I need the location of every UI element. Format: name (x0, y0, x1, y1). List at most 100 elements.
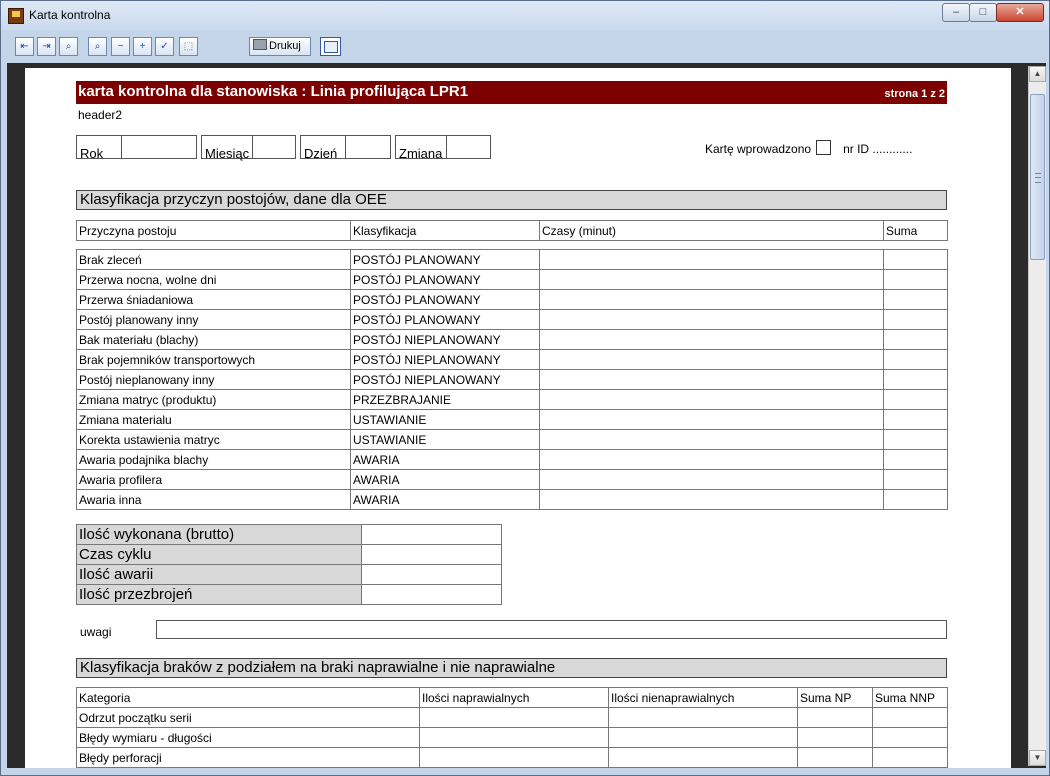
time-cell[interactable] (539, 469, 884, 490)
summary-value[interactable] (361, 564, 502, 585)
toolbar: ⇤ ⇥ ⌕ ⌕ − + ✓ ⬚ Drukuj (7, 33, 1043, 60)
sum-cell[interactable] (883, 469, 948, 490)
title-bar[interactable]: Karta kontrolna – □ ✕ (1, 1, 1049, 30)
header2-label: header2 (78, 108, 123, 122)
time-cell[interactable] (539, 449, 884, 470)
table-row: Odrzut początku serii (76, 707, 948, 728)
sum-cell[interactable] (883, 289, 948, 310)
scroll-up-icon[interactable]: ▲ (1029, 66, 1046, 82)
sum-cell[interactable] (883, 329, 948, 350)
window-icon[interactable] (320, 37, 341, 56)
sum-cell[interactable] (883, 389, 948, 410)
sum-cell[interactable] (883, 349, 948, 370)
reason-cell: Korekta ustawienia matryc (76, 429, 351, 450)
header-cell: Czasy (minut) (539, 220, 884, 241)
nonrepairable-cell[interactable] (608, 707, 798, 728)
uwagi-field[interactable] (156, 620, 947, 639)
nonrepairable-cell[interactable] (608, 727, 798, 748)
time-cell[interactable] (539, 409, 884, 430)
summary-row: Ilość awarii (76, 564, 502, 585)
sum-cell[interactable] (883, 369, 948, 390)
repairable-cell[interactable] (419, 707, 609, 728)
entered-checkbox[interactable] (816, 140, 832, 155)
close-button[interactable]: ✕ (996, 3, 1044, 22)
repairable-cell[interactable] (419, 727, 609, 748)
vertical-scrollbar[interactable]: ▲ ▼ (1028, 66, 1046, 766)
scroll-thumb[interactable] (1030, 94, 1045, 260)
zoom-page-icon[interactable]: ⌕ (59, 37, 78, 56)
sum-np-cell[interactable] (797, 727, 873, 748)
time-cell[interactable] (539, 429, 884, 450)
sum-cell[interactable] (883, 309, 948, 330)
reason-cell: Zmiana materialu (76, 409, 351, 430)
summary-label: Ilość awarii (76, 564, 362, 585)
time-cell[interactable] (539, 389, 884, 410)
first-page-icon[interactable]: ⇤ (15, 37, 34, 56)
reason-cell: Bak materiału (blachy) (76, 329, 351, 350)
sum-cell[interactable] (883, 409, 948, 430)
sum-nnp-cell[interactable] (872, 727, 948, 748)
time-cell[interactable] (539, 269, 884, 290)
summary-row: Ilość wykonana (brutto) (76, 524, 502, 545)
zoom-width-icon[interactable]: ⌕ (88, 37, 107, 56)
zoom-in-icon[interactable]: + (133, 37, 152, 56)
time-cell[interactable] (539, 489, 884, 510)
sum-nnp-cell[interactable] (872, 747, 948, 768)
sum-cell[interactable] (883, 249, 948, 270)
checkbox-icon[interactable]: ✓ (155, 37, 174, 56)
sum-cell[interactable] (883, 489, 948, 510)
class-cell: PRZEZBRAJANIE (350, 389, 540, 410)
miesiac-field[interactable]: Miesiąc (201, 135, 296, 161)
pdf-export-icon[interactable]: ⬚ (179, 37, 198, 56)
summary-value[interactable] (361, 544, 502, 565)
table-row: Awaria podajnika blachy AWARIA (76, 449, 948, 470)
nonrepairable-cell[interactable] (608, 747, 798, 768)
summary-value[interactable] (361, 584, 502, 605)
minimize-button[interactable]: – (942, 3, 970, 22)
zmiana-field[interactable]: Zmiana (395, 135, 491, 161)
reason-cell: Zmiana matryc (produktu) (76, 389, 351, 410)
class-cell: POSTÓJ NIEPLANOWANY (350, 369, 540, 390)
maximize-button[interactable]: □ (969, 3, 997, 22)
table-row: Bak materiału (blachy) POSTÓJ NIEPLANOWAN… (76, 329, 948, 350)
sum-nnp-cell[interactable] (872, 707, 948, 728)
dzien-label: Dzień (301, 136, 346, 161)
time-cell[interactable] (539, 329, 884, 350)
uwagi-label: uwagi (80, 625, 112, 639)
entered-label: Kartę wprowadzono (705, 142, 812, 156)
header-cell: Suma NNP (872, 687, 948, 708)
nr-id-label: nr ID ............ (843, 142, 913, 156)
last-page-icon[interactable]: ⇥ (37, 37, 56, 56)
sum-cell[interactable] (883, 269, 948, 290)
category-cell: Odrzut początku serii (76, 707, 420, 728)
sum-np-cell[interactable] (797, 707, 873, 728)
sum-cell[interactable] (883, 449, 948, 470)
zoom-out-icon[interactable]: − (111, 37, 130, 56)
report-header-bar: karta kontrolna dla stanowiska : Linia p… (76, 81, 947, 104)
class-cell: AWARIA (350, 469, 540, 490)
repairable-cell[interactable] (419, 747, 609, 768)
time-cell[interactable] (539, 349, 884, 370)
summary-value[interactable] (361, 524, 502, 545)
table-row: Przerwa śniadaniowa POSTÓJ PLANOWANY (76, 289, 948, 310)
time-cell[interactable] (539, 289, 884, 310)
class-cell: AWARIA (350, 449, 540, 470)
time-cell[interactable] (539, 249, 884, 270)
scroll-down-icon[interactable]: ▼ (1029, 750, 1046, 766)
rok-field[interactable]: Rok (76, 135, 197, 161)
entry-status: Kartę wprowadzono nr ID ............ (705, 140, 912, 156)
miesiac-label: Miesiąc (202, 136, 253, 161)
table-row: Awaria inna AWARIA (76, 489, 948, 510)
report-viewer: karta kontrolna dla stanowiska : Linia p… (7, 63, 1046, 768)
time-cell[interactable] (539, 369, 884, 390)
time-cell[interactable] (539, 309, 884, 330)
app-window: Karta kontrolna – □ ✕ ⇤ ⇥ ⌕ ⌕ − + ✓ ⬚ Dr… (0, 0, 1050, 776)
defects-header-row: Kategoria Ilości naprawialnych Ilości ni… (76, 687, 948, 708)
sum-np-cell[interactable] (797, 747, 873, 768)
header-cell: Przyczyna postoju (76, 220, 351, 241)
dzien-field[interactable]: Dzień (300, 135, 391, 161)
reason-cell: Awaria podajnika blachy (76, 449, 351, 470)
print-button[interactable]: Drukuj (249, 37, 311, 56)
sum-cell[interactable] (883, 429, 948, 450)
class-cell: AWARIA (350, 489, 540, 510)
